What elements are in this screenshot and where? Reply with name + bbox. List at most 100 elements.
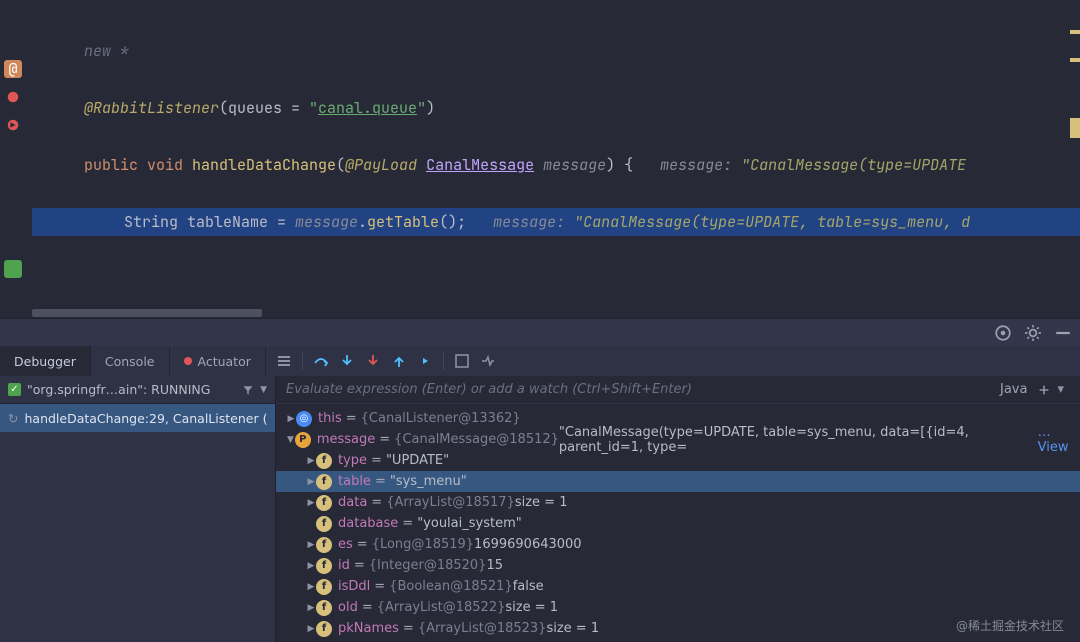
force-step-into-icon[interactable] [365,353,381,369]
var-name: this [318,411,342,426]
target-icon[interactable] [994,324,1012,342]
reload-icon: ↻ [8,411,18,426]
chevron-right-icon[interactable]: ▶ [306,540,316,550]
view-link[interactable]: … View [1038,425,1080,455]
var-name: isDdl [338,579,370,594]
debug-body: ✓ "org.springfr…ain": RUNNING ▼ ↻ handle… [0,376,1080,642]
minimize-icon[interactable] [1054,324,1072,342]
thread-selector[interactable]: ✓ "org.springfr…ain": RUNNING ▼ [0,376,275,404]
chevron-right-icon[interactable]: ▶ [306,498,316,508]
step-over-icon[interactable] [313,353,329,369]
code-kw: public void [84,155,192,175]
field-icon: f [316,537,332,553]
tab-console[interactable]: Console [91,346,170,376]
filter-icon[interactable] [242,384,254,396]
code-annotation: @RabbitListener [84,98,219,118]
frames-icon[interactable] [276,353,292,369]
chevron-right-icon[interactable]: ▶ [306,603,316,613]
property-icon: P [295,432,311,448]
chevron-down-icon[interactable]: ▼ [260,385,267,395]
variable-row[interactable]: fdatabase= "youlai_system" [276,513,1080,534]
trace-icon[interactable] [480,353,496,369]
thread-label: "org.springfr…ain": RUNNING [27,382,236,397]
code-text: . [358,212,367,232]
code-editor[interactable]: @ new * @RabbitListener(queues = "canal.… [0,0,1080,308]
code-text: canal.queue [318,98,417,118]
var-value: size = 1 [546,621,599,636]
error-stripe[interactable] [1070,0,1080,308]
var-value: size = 1 [505,600,558,615]
field-icon: f [316,453,332,469]
run-to-cursor-icon[interactable] [417,353,433,369]
code-text: ( [336,155,345,175]
chevron-right-icon[interactable]: ▶ [306,456,316,466]
code-content[interactable]: new * @RabbitListener(queues = "canal.qu… [32,0,1080,308]
var-object: {ArrayList@18522} [377,600,506,615]
tab-actuator[interactable]: Actuator [170,346,266,376]
variable-row[interactable]: ▼Pmessage={CanalMessage@18512} "CanalMes… [276,429,1080,450]
frame-label: handleDataChange:29, CanalListener (co [24,411,267,426]
warning-marker[interactable] [1070,118,1080,138]
tab-label: Console [105,354,155,369]
gear-icon[interactable] [1024,324,1042,342]
warning-marker[interactable] [1070,58,1080,62]
variable-row[interactable]: ▶fold={ArrayList@18522} size = 1 [276,597,1080,618]
var-object: {CanalListener@13362} [361,411,521,426]
var-name: message [317,432,375,447]
watermark: @稀土掘金技术社区 [956,617,1064,634]
var-value: "youlai_system" [417,516,522,531]
field-icon: f [316,516,332,532]
field-icon: f [316,558,332,574]
var-value: 15 [486,558,503,573]
code-method: handleDataChange [192,155,336,175]
var-object: {CanalMessage@18512} [394,432,559,447]
variable-row[interactable]: ▶fes={Long@18519} 1699690643000 [276,534,1080,555]
chevron-right-icon[interactable]: ▶ [306,477,316,487]
frames-pane: ✓ "org.springfr…ain": RUNNING ▼ ↻ handle… [0,376,276,642]
evaluate-input[interactable]: Evaluate expression (Enter) or add a wat… [286,382,990,397]
equals: = [371,474,390,489]
var-object: {ArrayList@18523} [418,621,547,636]
equals: = [350,558,369,573]
chevron-right-icon[interactable]: ▶ [306,582,316,592]
var-object: {Boolean@18521} [389,579,513,594]
chevron-down-icon[interactable]: ▼ [286,435,295,445]
inlay-hint: message: [660,155,741,175]
debug-step-icons [266,346,506,376]
stack-frame[interactable]: ↻ handleDataChange:29, CanalListener (co [0,404,275,432]
warning-marker[interactable] [1070,30,1080,34]
code-text: (); [439,212,493,232]
add-watch-icon[interactable] [1037,383,1051,397]
tab-debugger[interactable]: Debugger [0,346,91,376]
toolwin-header [0,318,1080,346]
variable-row[interactable]: ▶fid={Integer@18520} 15 [276,555,1080,576]
equals: = [342,411,361,426]
tab-label: Debugger [14,354,76,369]
var-value: "sys_menu" [390,474,467,489]
evaluate-bar[interactable]: Evaluate expression (Enter) or add a wat… [276,376,1080,404]
variable-row[interactable]: ▶fdata={ArrayList@18517} size = 1 [276,492,1080,513]
step-out-icon[interactable] [391,353,407,369]
breakpoint-icon[interactable] [4,88,22,106]
method-marker-icon [4,260,22,278]
tab-label: Actuator [198,354,251,369]
code-text: new * [84,41,129,61]
var-object: {Long@18519} [372,537,474,552]
code-text: " [309,98,318,118]
variables-tree[interactable]: ▶◎this={CanalListener@13362}▼Pmessage={C… [276,404,1080,642]
equals: = [367,453,386,468]
scrollbar-thumb[interactable] [32,309,262,317]
variable-row[interactable]: ▶ftable= "sys_menu" [276,471,1080,492]
evaluate-icon[interactable] [454,353,470,369]
step-into-icon[interactable] [339,353,355,369]
code-text: ) { [606,155,660,175]
chevron-right-icon[interactable]: ▶ [306,561,316,571]
variable-row[interactable]: ▶fisDdl={Boolean@18521} false [276,576,1080,597]
chevron-down-icon[interactable]: ▾ [1051,382,1070,397]
code-param: message [534,155,606,175]
chevron-right-icon[interactable]: ▶ [306,624,316,634]
chevron-right-icon[interactable]: ▶ [286,414,296,424]
editor-scrollbar[interactable] [0,308,1080,318]
var-value: "UPDATE" [386,453,449,468]
evaluate-lang[interactable]: Java [990,382,1037,397]
